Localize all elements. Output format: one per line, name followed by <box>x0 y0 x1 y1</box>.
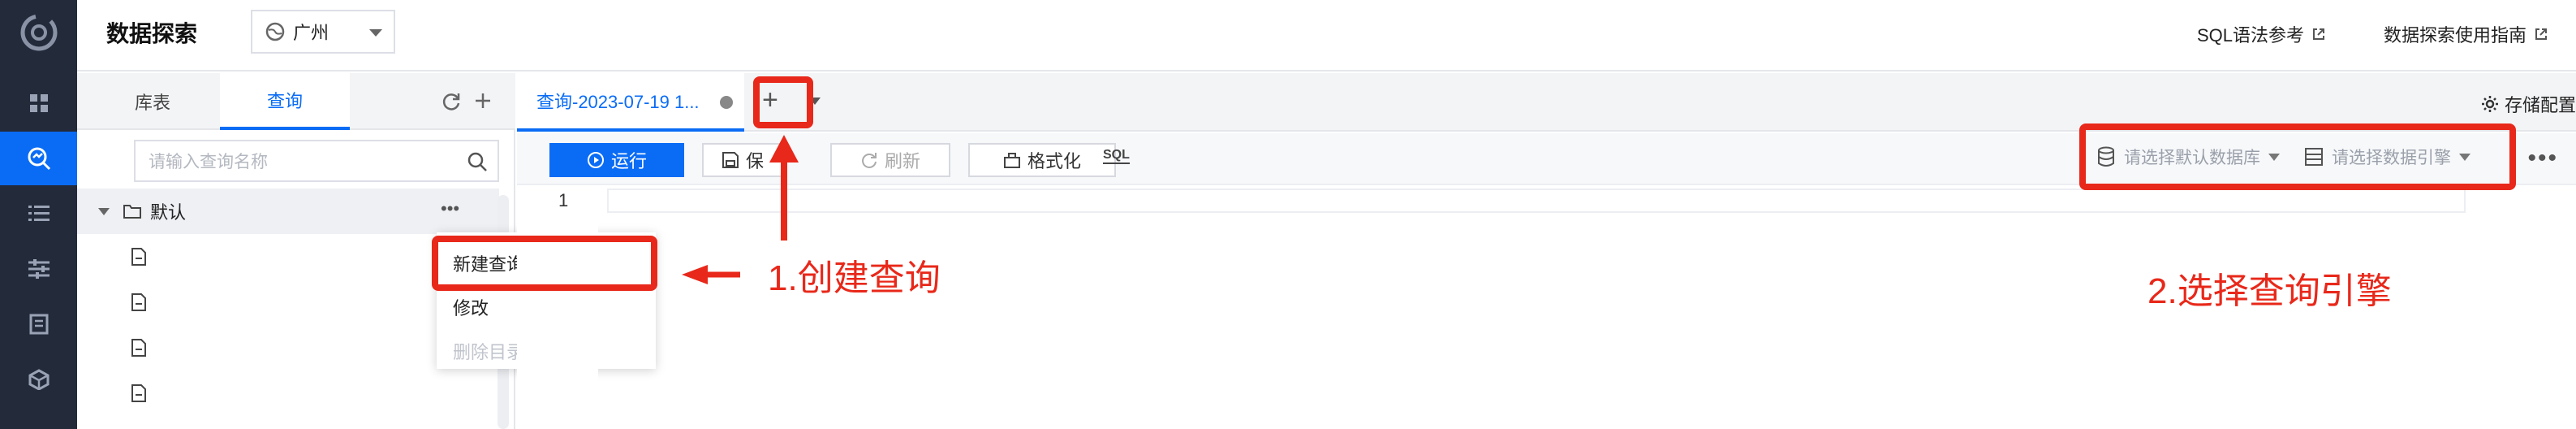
arrow-up-to-add-tab <box>769 135 799 240</box>
annotation-arrows <box>682 135 799 284</box>
annotation-step1: 1.创建查询 <box>768 258 941 298</box>
arrow-left-to-new-query <box>682 265 740 284</box>
app-root: 数据探索 广州 SQL语法参考 数据探索使用指南 库表 查询 请输入查询名称 默… <box>0 0 2576 429</box>
annotation-step2: 2.选择查询引擎 <box>2147 271 2392 311</box>
